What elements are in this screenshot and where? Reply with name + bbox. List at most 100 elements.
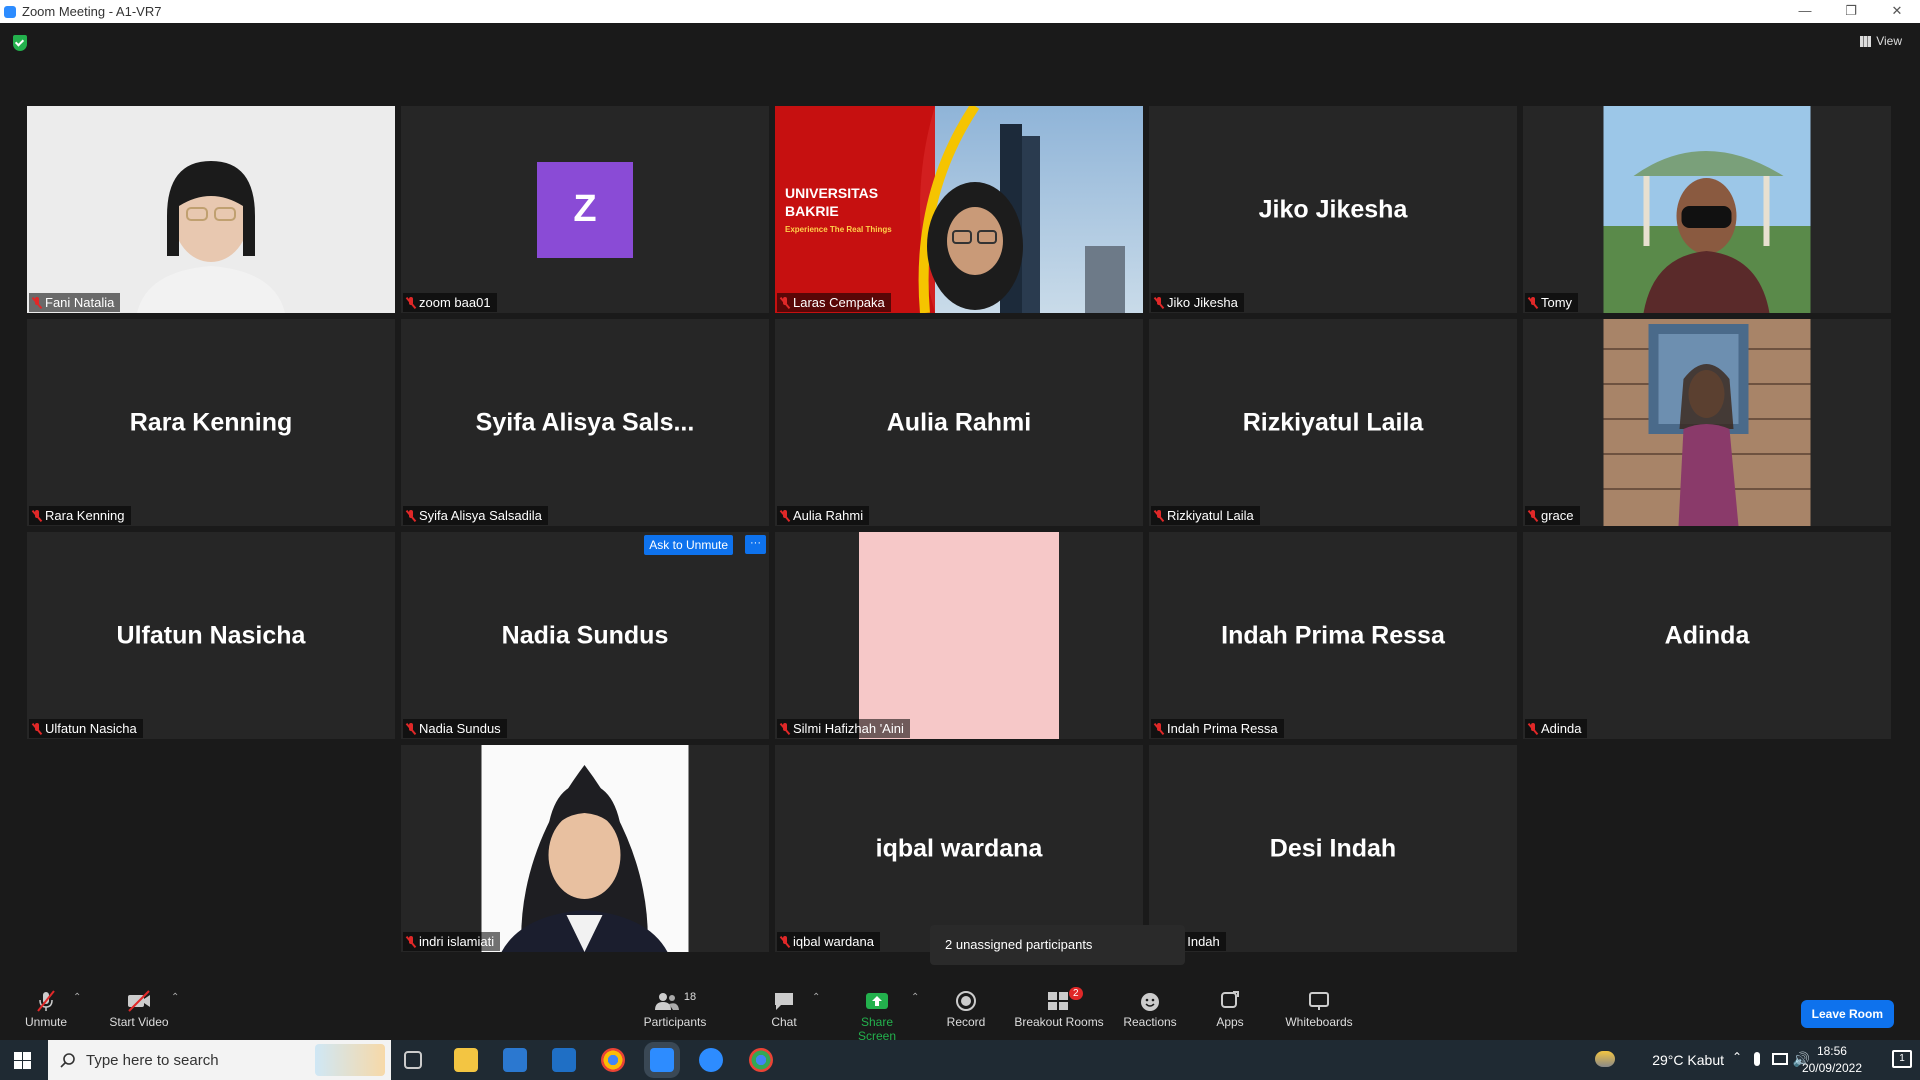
- weather-icon[interactable]: [1595, 1051, 1615, 1067]
- participant-name-label: grace: [1525, 506, 1580, 525]
- muted-mic-icon: [1529, 722, 1537, 735]
- muted-mic-icon: [781, 722, 789, 735]
- breakout-badge: 2: [1069, 987, 1083, 1000]
- participant-name-label: Rizkiyatul Laila: [1151, 506, 1260, 525]
- minimize-button[interactable]: —: [1782, 0, 1828, 23]
- video-options-caret-icon[interactable]: ⌃: [171, 992, 179, 1003]
- search-placeholder: Type here to search: [86, 1051, 219, 1069]
- network-icon[interactable]: [1772, 1053, 1788, 1065]
- chrome-icon[interactable]: [601, 1048, 625, 1072]
- more-options-button[interactable]: ···: [745, 535, 766, 554]
- participant-tile[interactable]: iqbal wardana iqbal wardana: [775, 745, 1143, 952]
- unmute-button[interactable]: Unmute: [22, 990, 70, 1029]
- participant-tile[interactable]: Fani Natalia: [27, 106, 395, 313]
- participant-display-name: Jiko Jikesha: [1258, 195, 1408, 223]
- muted-mic-icon: [781, 935, 789, 948]
- participant-name-label: Ulfatun Nasicha: [29, 719, 143, 738]
- file-explorer-icon[interactable]: [454, 1048, 478, 1072]
- breakout-rooms-button[interactable]: 2 Breakout Rooms: [1013, 987, 1105, 1029]
- participant-display-name: Rara Kenning: [129, 408, 293, 436]
- mail-icon[interactable]: [552, 1048, 576, 1072]
- weather-text[interactable]: 29°C Kabut: [1652, 1052, 1724, 1068]
- teamviewer-icon[interactable]: [699, 1048, 723, 1072]
- participant-name-label: zoom baa01: [403, 293, 497, 312]
- chat-icon: [775, 993, 793, 1010]
- avatar: Z: [537, 161, 633, 258]
- share-screen-button[interactable]: Share Screen: [842, 990, 912, 1043]
- microsoft-store-icon[interactable]: [503, 1048, 527, 1072]
- participant-tile[interactable]: Syifa Alisya Sals... Syifa Alisya Salsad…: [401, 319, 769, 526]
- participant-name-label: Syifa Alisya Salsadila: [403, 506, 548, 525]
- clock-date: 20/09/2022: [1801, 1061, 1862, 1075]
- participant-tile[interactable]: Desi Indah esi Indah: [1149, 745, 1517, 952]
- restore-button[interactable]: ❐: [1828, 0, 1874, 23]
- participant-tile-active-speaker[interactable]: UNIVERSITAS BAKRIE Experience The Real T…: [775, 106, 1143, 313]
- participant-tile[interactable]: indri islamiati: [401, 745, 769, 952]
- audio-options-caret-icon[interactable]: ⌃: [73, 992, 81, 1003]
- start-video-button[interactable]: Start Video: [105, 990, 173, 1029]
- participant-tile[interactable]: Silmi Hafizhah 'Aini: [775, 532, 1143, 739]
- participant-tile[interactable]: Z zoom baa01: [401, 106, 769, 313]
- participant-display-name: iqbal wardana: [875, 834, 1043, 862]
- banner-text-line2: BAKRIE: [785, 203, 839, 219]
- grid-view-icon: [1860, 35, 1872, 47]
- participant-tile[interactable]: Indah Prima Ressa Indah Prima Ressa: [1149, 532, 1517, 739]
- taskbar-clock[interactable]: 18:56 20/09/2022: [1802, 1043, 1862, 1077]
- windows-start-icon[interactable]: [14, 1052, 31, 1069]
- view-button[interactable]: View: [1860, 34, 1902, 48]
- participant-video: [27, 106, 395, 313]
- participant-tile[interactable]: Aulia Rahmi Aulia Rahmi: [775, 319, 1143, 526]
- participant-tile[interactable]: grace: [1523, 319, 1891, 526]
- participant-tile[interactable]: Rara Kenning Rara Kenning: [27, 319, 395, 526]
- reactions-button[interactable]: Reactions: [1123, 990, 1177, 1029]
- search-highlight-illustration: [315, 1044, 385, 1076]
- participant-tile[interactable]: Rizkiyatul Laila Rizkiyatul Laila: [1149, 319, 1517, 526]
- taskbar-search-box[interactable]: Type here to search: [48, 1040, 391, 1080]
- encryption-shield-icon[interactable]: [13, 35, 27, 51]
- muted-mic-icon: [781, 509, 789, 522]
- zoom-logo-icon: [4, 5, 16, 18]
- banner-text-line3: Experience The Real Things: [785, 225, 892, 234]
- chrome-profile-icon[interactable]: [749, 1048, 773, 1072]
- whiteboards-button[interactable]: Whiteboards: [1284, 990, 1354, 1029]
- participant-tile[interactable]: Adinda Adinda: [1523, 532, 1891, 739]
- muted-mic-icon: [407, 296, 415, 309]
- participant-name-label: Rara Kenning: [29, 506, 131, 525]
- participant-name-label: Aulia Rahmi: [777, 506, 870, 525]
- empty-grid-cell: [27, 745, 395, 952]
- participant-name-label: Jiko Jikesha: [1151, 293, 1244, 312]
- participant-display-name: Rizkiyatul Laila: [1242, 408, 1424, 436]
- participant-tile[interactable]: Jiko Jikesha Jiko Jikesha: [1149, 106, 1517, 313]
- participant-name-label: Nadia Sundus: [403, 719, 507, 738]
- reactions-smiley-icon: [1141, 993, 1159, 1011]
- muted-mic-icon: [33, 296, 41, 309]
- zoom-taskbar-icon[interactable]: [650, 1048, 674, 1072]
- participant-tile[interactable]: Tomy: [1523, 106, 1891, 313]
- ask-to-unmute-button[interactable]: Ask to Unmute: [644, 535, 733, 555]
- whiteboard-icon: [1309, 992, 1329, 1010]
- participant-video: [859, 532, 1059, 739]
- participants-count: 18: [683, 991, 697, 1003]
- participant-tile[interactable]: Ask to Unmute ··· Nadia Sundus Nadia Sun…: [401, 532, 769, 739]
- view-label: View: [1876, 34, 1902, 48]
- notification-center-icon[interactable]: 1: [1892, 1050, 1912, 1068]
- task-view-icon[interactable]: [404, 1051, 422, 1069]
- breakout-rooms-icon: [1048, 992, 1068, 1010]
- participant-display-name: Indah Prima Ressa: [1221, 621, 1445, 649]
- participant-video: UNIVERSITAS BAKRIE Experience The Real T…: [775, 106, 1143, 313]
- participant-name-label: Tomy: [1525, 293, 1579, 312]
- close-button[interactable]: ✕: [1874, 0, 1920, 23]
- participants-button[interactable]: 18 Participants: [638, 990, 712, 1029]
- participant-name-label: Silmi Hafizhah 'Aini: [777, 719, 910, 738]
- participant-video: [481, 745, 689, 952]
- search-icon: [60, 1053, 75, 1068]
- participant-tile[interactable]: Ulfatun Nasicha Ulfatun Nasicha: [27, 532, 395, 739]
- microphone-tray-icon[interactable]: [1754, 1052, 1760, 1066]
- chat-button[interactable]: Chat: [766, 990, 802, 1029]
- show-hidden-icons-icon[interactable]: ⌃: [1732, 1050, 1742, 1064]
- apps-button[interactable]: Apps: [1214, 990, 1246, 1029]
- record-button[interactable]: Record: [944, 990, 988, 1029]
- share-options-caret-icon[interactable]: ⌃: [911, 992, 919, 1003]
- chat-options-caret-icon[interactable]: ⌃: [812, 992, 820, 1003]
- leave-room-button[interactable]: Leave Room: [1800, 1000, 1894, 1028]
